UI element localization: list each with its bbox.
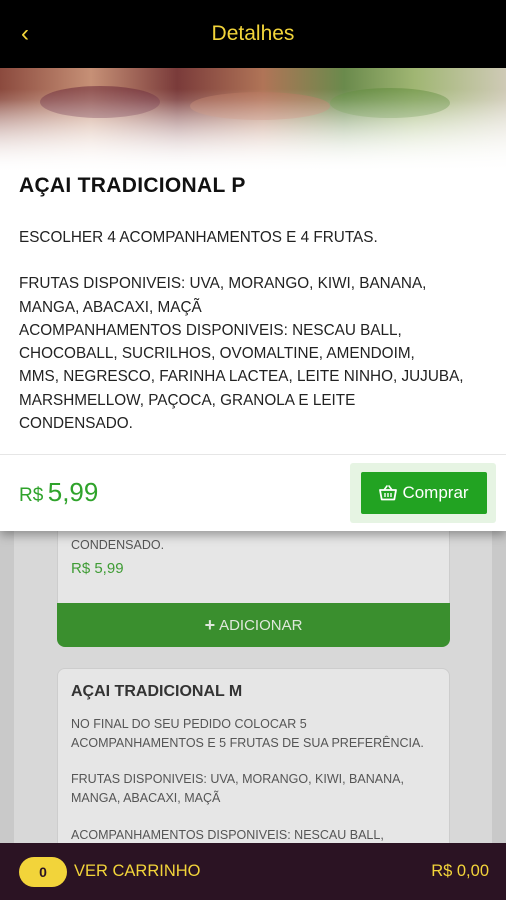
description-line: CONDENSADO. bbox=[19, 415, 133, 433]
product-card-title: AÇAI TRADICIONAL M bbox=[71, 683, 243, 700]
buy-button-label: Comprar bbox=[402, 483, 469, 502]
product-image bbox=[0, 68, 506, 173]
product-card-line: MANGA, ABACAXI, MAÇÃ bbox=[71, 791, 221, 805]
purchase-row: R$ 5,99 Comprar bbox=[0, 454, 506, 531]
side-shade bbox=[492, 530, 506, 850]
price-currency: R$ bbox=[19, 485, 44, 506]
side-shade bbox=[0, 530, 14, 850]
cart-total: R$ 0,00 bbox=[431, 862, 489, 880]
product-name: AÇAI TRADICIONAL P bbox=[19, 174, 246, 197]
cart-bar[interactable]: 0 VER CARRINHO R$ 0,00 bbox=[0, 843, 506, 900]
description-line: FRUTAS DISPONIVEIS: UVA, MORANGO, KIWI, … bbox=[19, 275, 427, 293]
price-value: 5,99 bbox=[47, 477, 99, 507]
description-line: ACOMPANHAMENTOS DISPONIVEIS: NESCAU BALL… bbox=[19, 321, 402, 339]
back-button[interactable]: ‹ bbox=[14, 20, 36, 48]
description-line: MARSHMELLOW, PAÇOCA, GRANOLA E LEITE bbox=[19, 391, 356, 409]
chevron-left-icon: ‹ bbox=[21, 20, 29, 47]
product-card-description-tail: CONDENSADO. bbox=[71, 538, 165, 552]
product-card[interactable]: AÇAI TRADICIONAL M NO FINAL DO SEU PEDID… bbox=[57, 668, 450, 868]
product-detail-modal: AÇAI TRADICIONAL P ESCOLHER 4 ACOMPANHAM… bbox=[0, 68, 506, 531]
product-card-line: NO FINAL DO SEU PEDIDO COLOCAR 5 bbox=[71, 717, 307, 731]
product-card-line: ACOMPANHAMENTOS E 5 FRUTAS DE SUA PREFER… bbox=[71, 736, 424, 750]
description-line: MMS, NEGRESCO, FARINHA LACTEA, LEITE NIN… bbox=[19, 368, 464, 386]
product-list-background: CONDENSADO. R$ 5,99 + ADICIONAR AÇAI TRA… bbox=[0, 520, 506, 868]
description-line: MANGA, ABACAXI, MAÇÃ bbox=[19, 298, 202, 316]
basket-icon bbox=[379, 485, 398, 501]
plus-icon: + bbox=[204, 614, 216, 635]
product-price: R$ 5,99 bbox=[19, 477, 98, 508]
buy-button-focus-ring: Comprar bbox=[350, 463, 496, 523]
product-card-line: FRUTAS DISPONIVEIS: UVA, MORANGO, KIWI, … bbox=[71, 772, 404, 786]
add-button[interactable]: + ADICIONAR bbox=[57, 603, 450, 647]
description-line: ESCOLHER 4 ACOMPANHAMENTOS E 4 FRUTAS. bbox=[19, 229, 378, 246]
buy-button[interactable]: Comprar bbox=[361, 472, 487, 514]
add-button-label: ADICIONAR bbox=[219, 616, 303, 634]
description-line: CHOCOBALL, SUCRILHOS, OVOMALTINE, AMENDO… bbox=[19, 345, 415, 363]
product-description: ESCOLHER 4 ACOMPANHAMENTOS E 4 FRUTAS. F… bbox=[19, 226, 489, 435]
product-card-price: R$ 5,99 bbox=[71, 560, 124, 577]
page-title: Detalhes bbox=[211, 22, 295, 45]
app-header: ‹ Detalhes bbox=[0, 0, 506, 68]
cart-count-badge: 0 bbox=[19, 857, 67, 887]
view-cart-label: VER CARRINHO bbox=[74, 862, 201, 880]
